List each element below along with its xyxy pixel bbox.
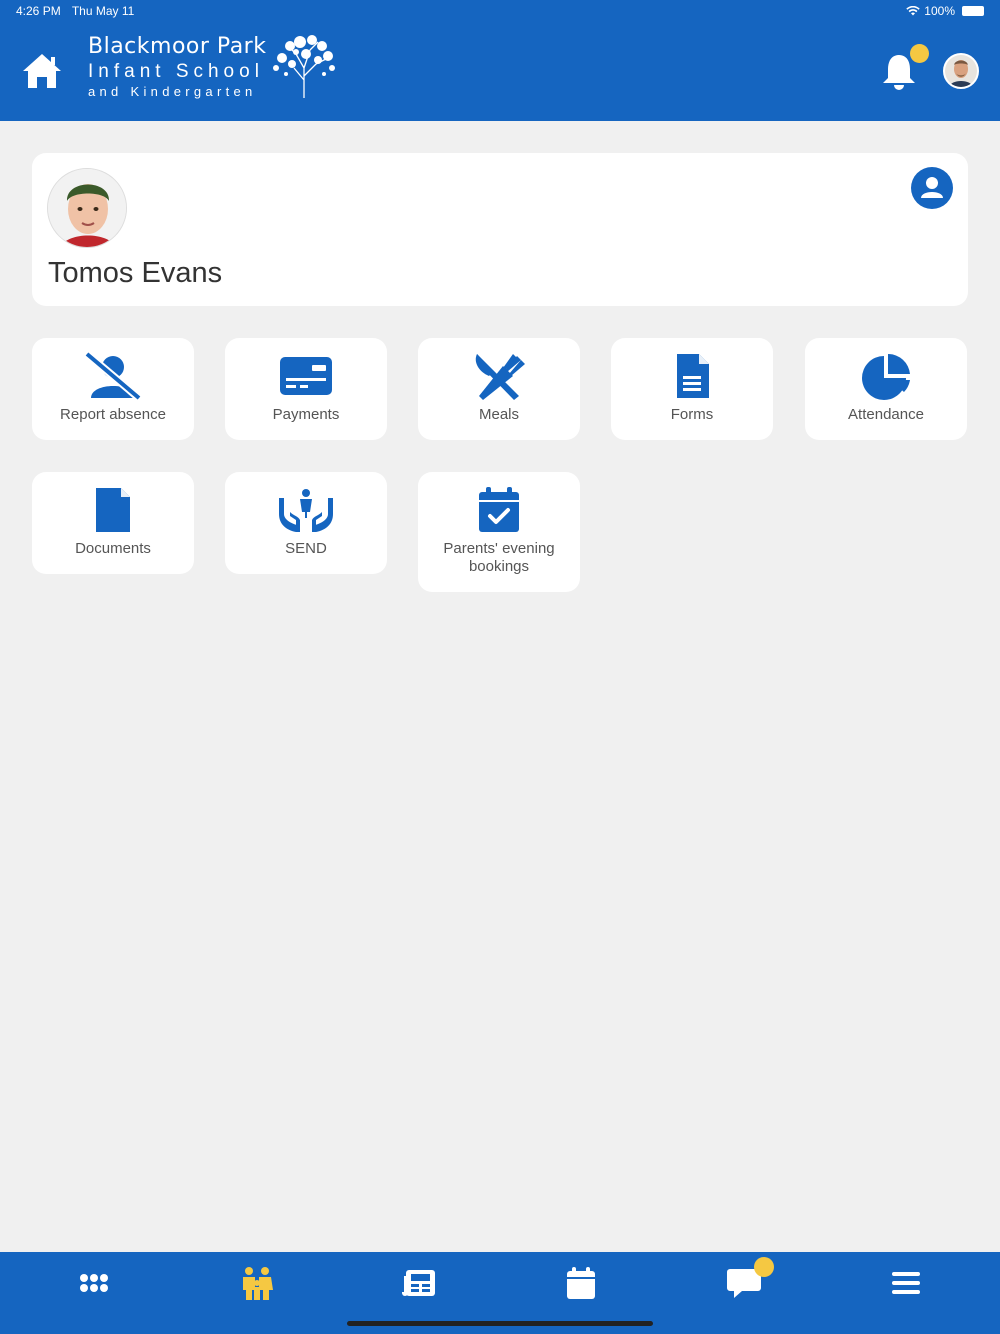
credit-card-icon [280, 357, 332, 395]
user-slash-icon [84, 352, 142, 400]
tile-parents-evening[interactable]: Parents' evening bookings [418, 472, 580, 592]
utensils-icon [475, 354, 525, 400]
hands-child-icon [279, 489, 333, 532]
child-profile-button[interactable] [911, 167, 953, 209]
school-logo: Blackmoor Park Infant School and Kinderg… [88, 34, 348, 106]
bottom-navigation [0, 1252, 1000, 1334]
document-text-icon [677, 354, 709, 398]
nav-news[interactable] [398, 1266, 438, 1300]
tile-attendance[interactable]: Attendance [805, 338, 967, 440]
user-icon [921, 177, 943, 198]
home-button[interactable] [22, 52, 62, 90]
child-profile-card: Tomos Evans [32, 153, 968, 306]
tile-label: Forms [670, 406, 714, 423]
grid-icon [80, 1274, 108, 1292]
child-name: Tomos Evans [48, 257, 223, 289]
hamburger-icon [892, 1272, 920, 1294]
tile-label: Documents [75, 540, 151, 557]
tile-send[interactable]: SEND [225, 472, 387, 574]
child-photo [47, 168, 127, 248]
tile-forms[interactable]: Forms [611, 338, 773, 440]
battery-icon [962, 6, 984, 16]
tile-label: Meals [478, 406, 519, 423]
status-time: 4:26 PM [16, 4, 61, 18]
child-photo-icon [48, 169, 126, 247]
tile-label: Payments [272, 406, 340, 423]
home-indicator [347, 1321, 653, 1326]
tree-logo-icon [273, 35, 335, 98]
status-bar: 4:26 PM Thu May 11 100% [16, 4, 984, 20]
calendar-check-icon [479, 487, 519, 532]
wifi-icon [906, 6, 920, 16]
tile-label: Report absence [60, 406, 166, 423]
home-icon [23, 54, 61, 88]
status-date: Thu May 11 [71, 4, 135, 18]
calendar-icon [567, 1267, 595, 1299]
nav-calendar[interactable] [561, 1266, 601, 1300]
newspaper-icon [402, 1270, 435, 1296]
family-icon [243, 1267, 273, 1300]
battery-percent: 100% [924, 4, 955, 18]
notification-badge [910, 44, 929, 63]
nav-family[interactable] [237, 1266, 277, 1300]
user-avatar[interactable] [943, 53, 979, 89]
tile-label: Attendance [848, 406, 924, 423]
file-icon [96, 488, 130, 532]
pie-chart-icon [862, 353, 910, 400]
app-header: 4:26 PM Thu May 11 100% Blackmoor Park I… [0, 0, 1000, 121]
tile-meals[interactable]: Meals [418, 338, 580, 440]
tile-label: SEND [285, 540, 327, 557]
tile-label: Parents' evening bookings [443, 540, 555, 575]
tile-documents[interactable]: Documents [32, 472, 194, 574]
tile-report-absence[interactable]: Report absence [32, 338, 194, 440]
nav-apps[interactable] [74, 1266, 114, 1300]
nav-menu[interactable] [886, 1266, 926, 1300]
tile-payments[interactable]: Payments [225, 338, 387, 440]
messages-badge [754, 1257, 774, 1277]
user-photo-icon [945, 55, 977, 87]
